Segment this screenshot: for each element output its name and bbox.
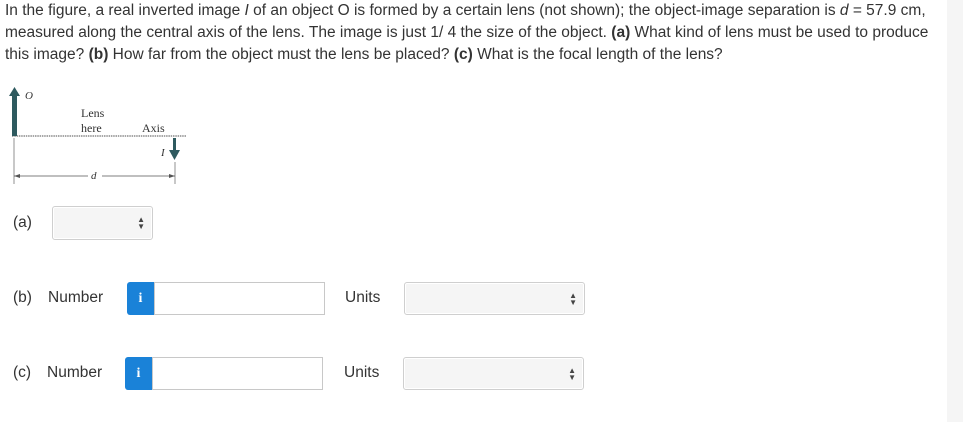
object-arrow-head (9, 87, 20, 96)
part-b-units-label: Units (345, 289, 381, 306)
lens-type-select[interactable]: ▲ ▼ (52, 206, 153, 240)
image-arrow-head (169, 150, 180, 160)
up-down-arrows-icon: ▲ ▼ (569, 290, 577, 307)
part-b-number-label: Number (48, 289, 104, 306)
part-a-label: (a) (13, 214, 32, 231)
info-icon[interactable]: i (125, 357, 152, 390)
var-O: O (337, 2, 350, 19)
up-down-arrows-icon: ▲ ▼ (568, 365, 576, 382)
question-text-7: What is the focal length of the lens? (472, 46, 723, 63)
object-arrow-shaft (12, 96, 17, 136)
part-b-units-select[interactable]: ▲ ▼ (404, 282, 585, 315)
image-label: I (160, 147, 166, 159)
part-c-units-select[interactable]: ▲ ▼ (403, 357, 584, 390)
d-arrow-right (169, 174, 175, 178)
part-c-number-label: Number (47, 364, 103, 381)
lens-label-line1: Lens (81, 106, 105, 120)
distance-label: d (91, 170, 97, 182)
part-c-tag: (c) (453, 46, 473, 63)
part-b-tag: (b) (88, 46, 109, 63)
part-c-number-input[interactable] (152, 357, 323, 390)
part-c-units-label: Units (344, 364, 380, 381)
axis-label: Axis (142, 121, 165, 135)
right-edge-strip (947, 0, 963, 422)
part-c-label: (c) (13, 364, 32, 381)
part-b-number-input[interactable] (154, 282, 325, 315)
question-text-1: In the figure, a real inverted image (5, 2, 245, 19)
part-a-tag: (a) (611, 24, 631, 41)
var-d: d (839, 2, 849, 19)
lens-label-line2: here (81, 121, 102, 135)
object-label: O (25, 90, 33, 102)
d-arrow-left (14, 174, 20, 178)
question-text-2: of an object (248, 2, 338, 19)
lens-figure: O Lens here Axis I d (9, 87, 186, 184)
info-icon[interactable]: i (127, 282, 154, 315)
question-text-3: is formed by a certain lens (not shown);… (349, 2, 840, 19)
up-down-arrows-icon: ▲ ▼ (137, 215, 145, 231)
question-text-6: How far from the object must the lens be… (108, 46, 454, 63)
part-b-label: (b) (13, 289, 32, 306)
question-text: In the figure, a real inverted image I o… (5, 0, 935, 66)
